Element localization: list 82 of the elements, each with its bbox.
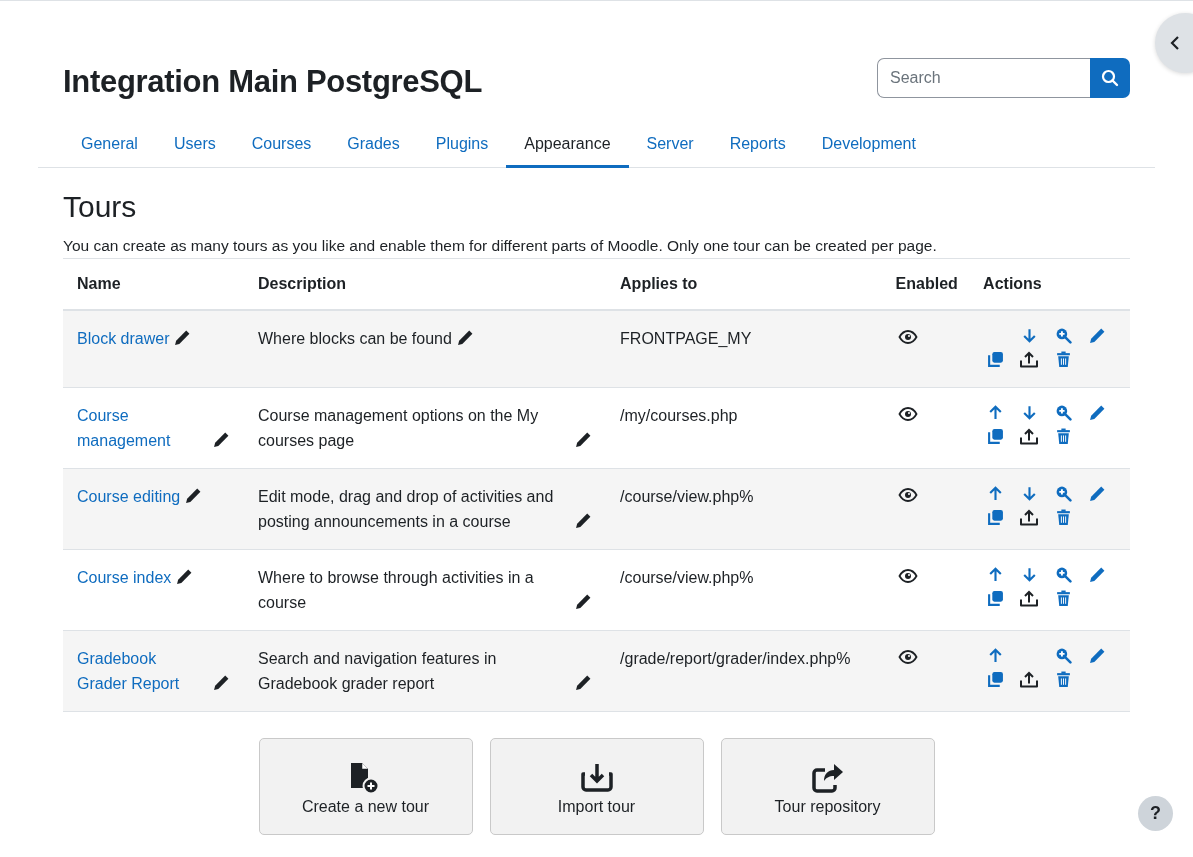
edit-icon [1088,326,1106,344]
applies-to-path: /course/view.php% [620,488,754,505]
search-button[interactable] [1090,58,1130,98]
column-header: Enabled [895,275,958,292]
export-icon [1019,350,1040,368]
edit-icon [1088,484,1106,502]
delete-icon [1054,427,1072,445]
action-button[interactable]: Create a new tour [258,738,473,835]
nav-tab[interactable]: Appearance [506,125,629,168]
search-icon [1101,69,1119,87]
zoom-in-icon [1054,484,1072,502]
pencil-icon [575,512,593,529]
column-header: Applies to [620,275,698,292]
share-out-icon [810,762,845,794]
page-heading: Tours [63,190,138,224]
action-button[interactable]: Tour repository [720,738,935,835]
zoom-in-icon [1054,403,1072,421]
zoom-in-icon [1054,646,1072,664]
site-title: Integration Main PostgreSQL [63,64,483,100]
delete-icon [1054,589,1072,607]
pencil-icon [575,431,593,448]
duplicate-icon [986,589,1004,607]
edit-icon [1088,565,1106,583]
tour-description: Search and navigation features in Gradebook grader report [258,649,498,694]
nav-tab[interactable]: Reports [711,125,804,168]
nav-tab[interactable]: Plugins [417,125,507,168]
tray-download-icon [579,762,614,794]
nav-tab[interactable]: Server [628,125,712,168]
duplicate-icon [986,350,1004,368]
chevron-left-icon [1170,35,1180,51]
duplicate-icon [986,670,1004,688]
tour-name-link[interactable]: Course editing [77,484,181,509]
nav-tab[interactable]: Courses [233,125,330,168]
eye-icon [897,649,918,665]
action-button[interactable]: Import tour [489,738,704,835]
tour-name-link[interactable]: Course management [77,403,208,453]
nav-tab[interactable]: Users [155,125,234,168]
pencil-icon [213,674,230,691]
edit-icon [1088,403,1106,421]
applies-to-path: /course/view.php% [620,569,754,586]
tour-description: Where blocks can be found [258,329,452,349]
applies-to-path: /grade/report/grader/index.php% [620,650,851,667]
delete-icon [1054,670,1072,688]
export-icon [1019,589,1040,607]
tour-name-link[interactable]: Course index [77,565,172,590]
nav-tab[interactable]: General [63,125,156,168]
tour-name-link[interactable]: Block drawer [77,326,170,351]
pencil-icon [185,487,203,504]
tour-description: Edit mode, drag and drop of activities and posting announcements in a course [258,487,555,532]
intro-text: You can create as many tours as you like and enable them for different parts of Moodle. Only one tour can be created per page. [63,236,938,256]
tour-description: Where to browse through activities in a course [258,568,535,613]
zoom-in-icon [1054,326,1072,344]
pencil-icon [213,431,230,448]
search-field[interactable]: Search [877,58,1090,98]
help-button[interactable]: ? [1138,796,1173,831]
pencil-icon [575,674,593,691]
pencil-icon [174,329,192,346]
eye-icon [897,487,918,503]
duplicate-icon [986,427,1004,445]
eye-icon [897,329,918,345]
delete-icon [1054,350,1072,368]
edit-icon [1088,646,1106,664]
delete-icon [1054,508,1072,526]
nav-tab[interactable]: Development [803,125,934,168]
column-header: Description [258,275,347,292]
tour-name-link[interactable]: Gradebook Grader Report [77,646,208,696]
pencil-icon [456,329,474,346]
export-icon [1019,508,1040,526]
eye-icon [897,406,918,422]
duplicate-icon [986,508,1004,526]
nav-tab[interactable]: Grades [329,125,418,168]
eye-icon [897,568,918,584]
pencil-icon [176,568,194,585]
export-icon [1019,670,1040,688]
zoom-in-icon [1054,565,1072,583]
tour-description: Course management options on the My courses page [258,406,540,451]
column-header: Name [77,275,121,292]
column-header: Actions [983,275,1042,292]
applies-to-path: /my/courses.php [620,407,738,424]
export-icon [1019,427,1040,445]
pencil-icon [575,593,593,610]
applies-to-path: FRONTPAGE_MY [620,330,752,347]
